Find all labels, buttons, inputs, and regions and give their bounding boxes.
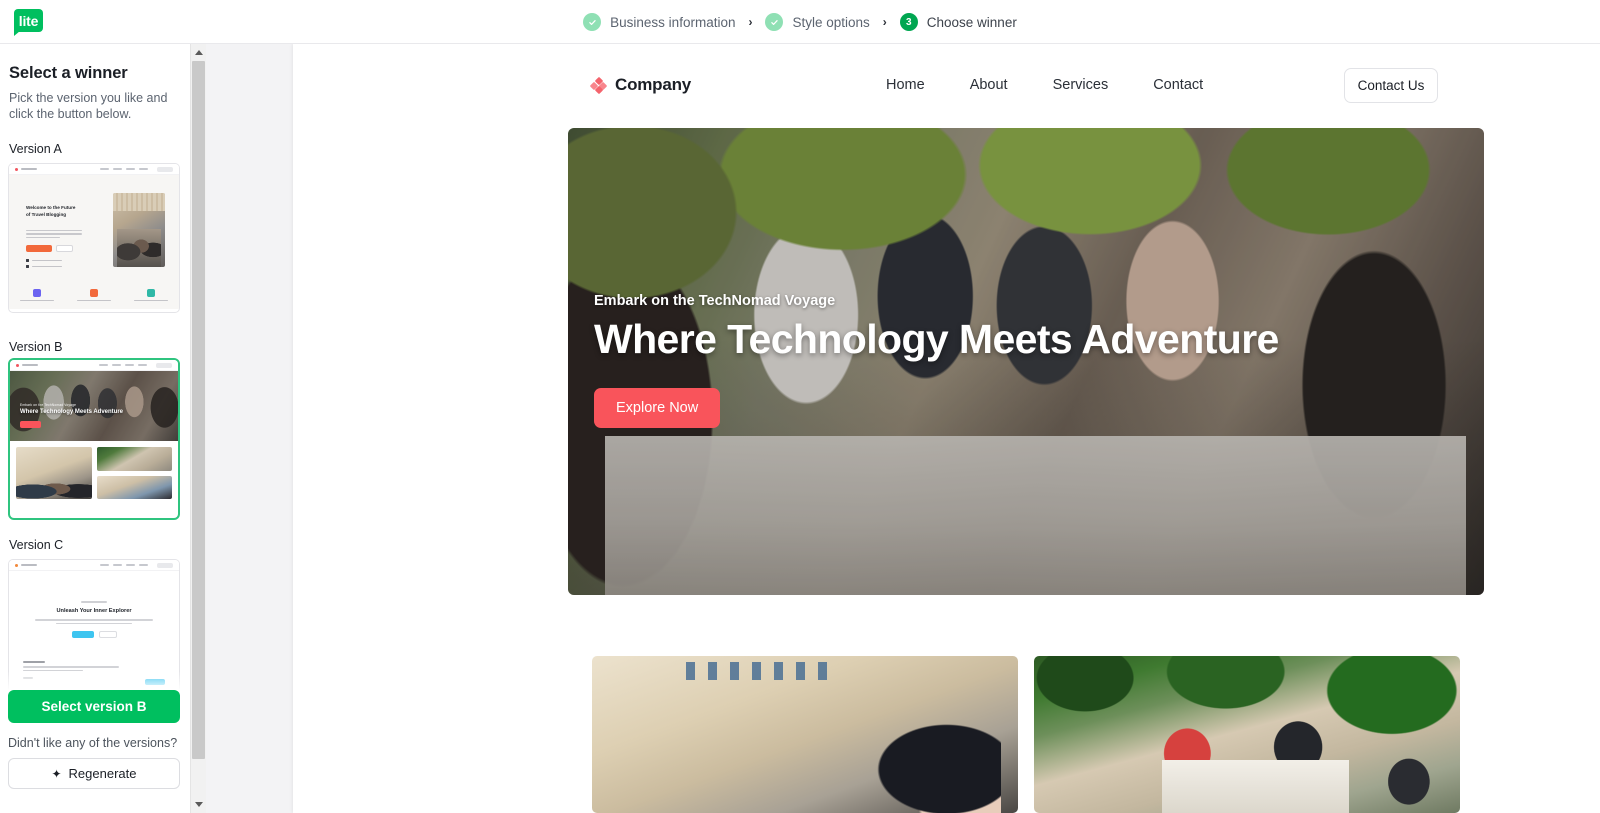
thumb-brand: [22, 363, 38, 367]
scrollbar-thumb[interactable]: [192, 61, 205, 759]
step-business-information[interactable]: Business information: [583, 13, 735, 31]
preview-image-card-2: [1034, 656, 1460, 813]
preview-nav-links: Home About Services Contact: [886, 77, 1203, 93]
step-3-label: Choose winner: [926, 14, 1017, 30]
check-icon: [588, 19, 596, 25]
version-b-kicker: Embark on the TechNomad Voyage: [20, 403, 77, 407]
preview-image-card-1: [592, 656, 1018, 813]
step-1-label: Business information: [610, 14, 736, 30]
step-2-label: Style options: [792, 14, 870, 30]
thumb-kicker: [81, 601, 107, 603]
thumb-secondary-button: [56, 245, 73, 252]
step-choose-winner[interactable]: 3 Choose winner: [899, 13, 1017, 31]
thumb-cta-button: [20, 421, 41, 428]
thumb-image-right-bottom: [96, 476, 172, 499]
thumb-logo-icon: [15, 563, 18, 567]
step-separator-2: ›: [882, 15, 887, 29]
preview-image-cards: [592, 656, 1460, 813]
step-separator-1: ›: [748, 15, 753, 29]
sidebar-scrollbar[interactable]: [190, 44, 206, 813]
version-a-label: Version A: [9, 142, 62, 156]
page-title: Select a winner: [9, 64, 128, 82]
scroll-up-arrow-icon[interactable]: [191, 44, 206, 61]
check-icon: [771, 19, 778, 25]
thumb-body: Welcome to the Future of Travel Blogging: [9, 175, 179, 309]
nav-link-about[interactable]: About: [970, 77, 1008, 93]
thumb-image-right-top: [96, 447, 172, 472]
version-c-label: Version C: [9, 538, 64, 552]
thumb-button-row: [9, 631, 179, 638]
thumb-card-row: [9, 288, 179, 301]
regenerate-button[interactable]: ✦ Regenerate: [8, 758, 180, 789]
thumb-hero-image: [113, 193, 165, 267]
sparkle-icon: ✦: [51, 766, 62, 781]
version-c-headline: Unleash Your Inner Explorer: [56, 608, 132, 614]
thumb-body: Unleash Your Inner Explorer: [9, 571, 179, 705]
preview-area: Company Home About Services Contact Cont…: [206, 44, 1600, 813]
thumb-image-grid: [10, 441, 178, 505]
preview-site-header: Company Home About Services Contact Cont…: [293, 44, 1600, 126]
thumb-primary-button: [71, 631, 94, 638]
thumb-nav-links: [100, 562, 173, 568]
thumb-hero: Embark on the TechNomad Voyage Where Tec…: [10, 371, 178, 441]
thumb-secondary-button: [98, 631, 117, 638]
app-header: lite Business information › Style option…: [0, 0, 1600, 44]
thumb-nav-links: [99, 362, 172, 368]
nav-link-contact[interactable]: Contact: [1153, 77, 1203, 93]
thumb-nav-links: [100, 166, 173, 172]
version-b-headline: Where Technology Meets Adventure: [20, 409, 124, 415]
thumb-logo-icon: [15, 167, 18, 171]
nav-link-services[interactable]: Services: [1053, 77, 1109, 93]
thumb-brand: [21, 563, 37, 567]
thumb-nav: [9, 164, 179, 175]
hero-title: Where Technology Meets Adventure: [594, 316, 1279, 362]
step-3-number: 3: [899, 13, 918, 31]
step-1-check-icon: [583, 13, 602, 31]
thumb-nav: [9, 560, 179, 571]
sidebar: Select a winner Pick the version you lik…: [0, 44, 190, 813]
nav-link-home[interactable]: Home: [886, 77, 925, 93]
page-subtitle: Pick the version you like and click the …: [9, 91, 168, 121]
website-preview: Company Home About Services Contact Cont…: [293, 44, 1600, 813]
thumb-paragraph: [26, 230, 82, 240]
thumb-lower-section: [23, 661, 119, 679]
thumb-logo-icon: [16, 363, 19, 367]
hero-kicker: Embark on the TechNomad Voyage: [594, 293, 836, 309]
version-b-thumbnail[interactable]: Embark on the TechNomad Voyage Where Tec…: [8, 358, 180, 520]
thumb-paragraph: [35, 619, 153, 626]
version-c-thumbnail[interactable]: Unleash Your Inner Explorer: [8, 559, 180, 709]
regenerate-prompt: Didn't like any of the versions?: [8, 736, 178, 750]
step-2-check-icon: [765, 13, 784, 31]
version-a-headline: Welcome to the Future of Travel Blogging: [26, 205, 76, 217]
thumb-nav: [10, 360, 178, 371]
regenerate-button-label: Regenerate: [68, 766, 137, 781]
step-style-options[interactable]: Style options: [765, 13, 870, 31]
preview-brand-name: Company: [615, 75, 692, 94]
preview-hero-section: Embark on the TechNomad Voyage Where Tec…: [568, 128, 1484, 595]
progress-stepper: Business information › Style options › 3…: [0, 0, 1600, 44]
thumb-image-left: [16, 447, 92, 499]
scroll-down-arrow-icon[interactable]: [191, 796, 206, 813]
thumb-feature-list: [26, 259, 62, 271]
contact-us-button[interactable]: Contact Us: [1344, 67, 1438, 103]
select-version-button[interactable]: Select version B: [8, 690, 180, 723]
thumb-primary-button: [26, 245, 52, 252]
version-a-thumbnail[interactable]: Welcome to the Future of Travel Blogging: [8, 163, 180, 313]
diamond-logo-icon: [589, 76, 608, 95]
thumb-lower-button: [145, 679, 165, 685]
explore-now-button[interactable]: Explore Now: [594, 388, 721, 428]
thumb-image-right-col: [96, 447, 172, 499]
version-b-label: Version B: [9, 340, 63, 354]
preview-brand[interactable]: Company: [589, 75, 692, 95]
thumb-brand: [21, 167, 37, 171]
